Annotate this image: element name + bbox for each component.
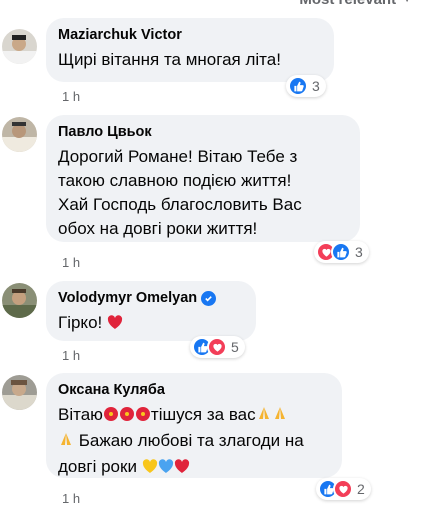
verified-badge-icon (201, 291, 217, 306)
sort-label: Most relevant (299, 0, 396, 8)
blue-heart-emoji (158, 457, 174, 481)
comment-bubble: Maziarchuk Victor Щирі вітання та многая… (46, 18, 334, 82)
comment-text: Гірко! (58, 311, 244, 337)
comment-author[interactable]: Павло Цвьок (58, 123, 348, 142)
comment-text-line: Дорогий Романе! Вітаю Тебе з (58, 147, 298, 166)
hibiscus-emoji (119, 405, 135, 429)
chevron-down-icon: ▼ (402, 0, 412, 5)
comment-text: Щирі вітання та многая літа! (58, 50, 281, 69)
comment-time[interactable]: 1 h (62, 491, 80, 506)
praying-hands-emoji (272, 405, 288, 429)
reaction-count: 5 (231, 339, 239, 355)
yellow-heart-emoji (142, 457, 158, 481)
comment-author[interactable]: Maziarchuk Victor (58, 26, 322, 45)
heart-icon (333, 479, 353, 499)
reaction-summary[interactable]: 2 (316, 478, 371, 500)
red-heart-emoji (107, 313, 123, 337)
sort-dropdown[interactable]: Most relevant ▼ (299, 0, 412, 8)
comment-author[interactable]: Volodymyr Omelyan (58, 289, 244, 308)
reaction-count: 3 (312, 78, 320, 94)
thumbs-up-icon (331, 242, 351, 262)
avatar[interactable] (2, 283, 37, 318)
praying-hands-emoji (256, 405, 272, 429)
comment-text-line: Хай Господь благословить Вас (58, 195, 302, 214)
comment-bubble: Павло Цвьок Дорогий Романе! Вітаю Тебе з… (46, 115, 360, 242)
avatar[interactable] (2, 117, 37, 152)
reaction-summary[interactable]: 3 (286, 75, 326, 97)
reaction-summary[interactable]: 3 (314, 241, 369, 263)
red-heart-emoji (174, 457, 190, 481)
thumbs-up-icon (288, 76, 308, 96)
reaction-summary[interactable]: 5 (190, 336, 245, 358)
hibiscus-emoji (103, 405, 119, 429)
comment-time[interactable]: 1 h (62, 348, 80, 363)
praying-hands-emoji (58, 431, 74, 455)
comment-time[interactable]: 1 h (62, 255, 80, 270)
comment-text: Дорогий Романе! Вітаю Тебе з такою славн… (58, 145, 348, 241)
avatar[interactable] (2, 29, 37, 64)
reaction-count: 2 (357, 481, 365, 497)
comment-text-line: такою славною подією життя! (58, 171, 292, 190)
avatar[interactable] (2, 375, 37, 410)
comment-bubble: Volodymyr Omelyan Гірко! (46, 281, 256, 341)
comment-text: Вітаю тішуся за вас Бажаю любові та злаго… (58, 403, 330, 481)
comment-time[interactable]: 1 h (62, 89, 80, 104)
comment-bubble: Оксана Куляба Вітаю тішуся за вас Бажаю л… (46, 373, 342, 478)
comment-author[interactable]: Оксана Куляба (58, 381, 330, 400)
hibiscus-emoji (135, 405, 151, 429)
comment-text-line: обох на довгі роки життя! (58, 219, 258, 238)
heart-icon (207, 337, 227, 357)
reaction-count: 3 (355, 244, 363, 260)
